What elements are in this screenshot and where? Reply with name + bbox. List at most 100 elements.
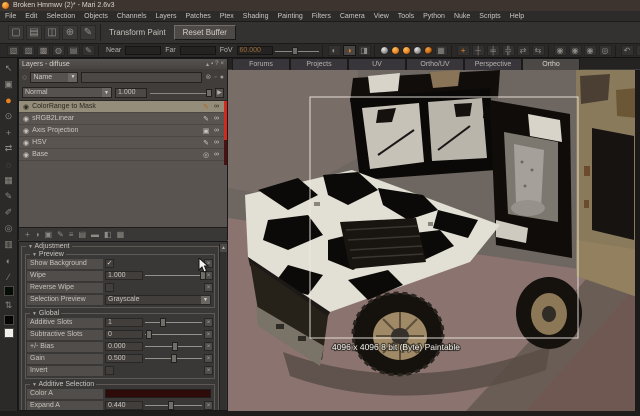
layer-visibility-icon[interactable]: ◉: [23, 103, 29, 111]
paint-full-sphere-icon[interactable]: [391, 46, 400, 55]
layer-row[interactable]: ◉ Axis Projection ▣ ∞: [19, 125, 227, 137]
mirror-paint-icon[interactable]: ⇄: [517, 45, 530, 56]
tab-projects[interactable]: Projects: [290, 58, 348, 70]
zoom-tool-icon[interactable]: ⊙: [2, 110, 16, 123]
symmetry-y-icon[interactable]: ╪: [487, 45, 500, 56]
show-whole-mesh-icon[interactable]: ◉: [554, 45, 567, 56]
reset-button[interactable]: ×: [204, 401, 213, 410]
folder-view-icon[interactable]: ▤: [67, 45, 80, 56]
layer-link-icon[interactable]: ∞: [214, 115, 219, 122]
layer-mask-icon[interactable]: ◧: [104, 230, 112, 239]
panel-close-icon[interactable]: ×: [220, 61, 224, 68]
menu-item[interactable]: Tools: [398, 13, 414, 20]
open-project-icon[interactable]: ▤: [26, 25, 42, 40]
move-object-tool-icon[interactable]: +: [2, 126, 16, 139]
bias-slider[interactable]: [145, 342, 202, 351]
checker-pattern-icon[interactable]: ▦: [435, 45, 448, 56]
show-background-checkbox[interactable]: ✓: [105, 259, 114, 268]
menu-item[interactable]: Help: [510, 13, 524, 20]
dodge-tool-icon[interactable]: ◐: [2, 254, 16, 267]
panel-shade-icon[interactable]: ▴: [206, 61, 209, 68]
paint-color-sphere-icon[interactable]: [380, 46, 389, 55]
patch-tool-icon[interactable]: ▦: [2, 174, 16, 187]
reset-button[interactable]: ×: [204, 330, 213, 339]
menu-item[interactable]: Shading: [243, 13, 269, 20]
blur-tool-icon[interactable]: ◌: [2, 158, 16, 171]
menu-item[interactable]: Patches: [185, 13, 210, 20]
menu-item[interactable]: File: [5, 13, 16, 20]
layer-visibility-icon[interactable]: ◉: [23, 127, 29, 135]
layer-link-icon[interactable]: ∞: [214, 151, 219, 158]
reset-colors-swatch[interactable]: [4, 328, 14, 338]
shading-full-icon[interactable]: [424, 46, 433, 55]
tab-uv[interactable]: UV: [348, 58, 406, 70]
foreground-color-swatch[interactable]: [4, 286, 14, 296]
add-adjustment-layer-icon[interactable]: ◑: [35, 230, 40, 239]
clone-stamp-tool-icon[interactable]: ◎: [2, 222, 16, 235]
filter-clear-icon[interactable]: ⊗: [205, 73, 211, 81]
undo-view-icon[interactable]: ↶: [621, 45, 634, 56]
project-uv-icon[interactable]: ◨: [358, 45, 371, 56]
show-selected-icon[interactable]: ◉: [569, 45, 582, 56]
reverse-wipe-checkbox[interactable]: [105, 283, 114, 292]
menu-item[interactable]: Edit: [25, 13, 37, 20]
reset-button[interactable]: ×: [204, 283, 213, 292]
paint-target-icon[interactable]: ✎: [82, 45, 95, 56]
transform-paint-label[interactable]: Transform Paint: [104, 28, 171, 37]
color-a-swatch[interactable]: [105, 389, 211, 398]
add-paint-layer-icon[interactable]: ✎: [57, 230, 64, 239]
add-group-icon[interactable]: ▣: [45, 230, 53, 239]
cube-view-icon[interactable]: ▧: [7, 45, 20, 56]
menu-item[interactable]: Python: [423, 13, 445, 20]
pan-view-icon[interactable]: +: [636, 45, 640, 56]
subtractive-slots-value[interactable]: 0: [105, 330, 143, 339]
menu-item[interactable]: View: [374, 13, 389, 20]
selection-preview-dropdown[interactable]: Grayscale ▼: [105, 295, 211, 305]
reset-button[interactable]: ×: [204, 318, 213, 327]
menu-item[interactable]: Objects: [84, 13, 108, 20]
filter-text-input[interactable]: [81, 72, 202, 83]
filter-toggle-small-icon[interactable]: ◦: [214, 74, 216, 81]
layer-row[interactable]: ◉ ColorRange to Mask ✎ ∞: [19, 101, 227, 113]
slice-tool-icon[interactable]: ∕: [2, 270, 16, 283]
merge-layers-icon[interactable]: ≡: [69, 230, 74, 239]
layer-link-icon[interactable]: ∞: [214, 139, 219, 146]
save-project-icon[interactable]: ◫: [44, 25, 60, 40]
scroll-up-icon[interactable]: ▲: [220, 244, 227, 252]
panel-pin-icon[interactable]: ▪: [211, 61, 213, 68]
paint-brush-tool-icon[interactable]: ✎: [2, 190, 16, 203]
layer-opacity-slider[interactable]: [150, 88, 212, 98]
wipe-value[interactable]: 1.000: [105, 271, 143, 280]
additive-slots-slider[interactable]: [145, 318, 202, 327]
adjustment-scrollbar[interactable]: ▲: [219, 244, 226, 410]
paint-transform-icon[interactable]: ✎: [80, 25, 96, 40]
channel-grid-icon[interactable]: ▦: [117, 230, 125, 239]
fov-field[interactable]: 60.000: [237, 46, 273, 55]
subtractive-slots-slider[interactable]: [145, 330, 202, 339]
menu-item[interactable]: Camera: [340, 13, 365, 20]
symmetry-off-icon[interactable]: +: [457, 45, 470, 56]
filter-field-dropdown[interactable]: Name ▼: [30, 72, 78, 83]
tab-forums[interactable]: Forums: [232, 58, 290, 70]
blend-mode-dropdown[interactable]: Normal ▼: [22, 87, 112, 98]
tab-perspective[interactable]: Perspective: [464, 58, 522, 70]
swap-colors-icon[interactable]: ⇅: [2, 299, 16, 312]
project-front-icon[interactable]: ◐: [328, 45, 341, 56]
symmetry-xyz-icon[interactable]: ╬: [502, 45, 515, 56]
gradient-tool-icon[interactable]: ▥: [2, 238, 16, 251]
menu-item[interactable]: Painting: [277, 13, 302, 20]
symmetry-x-icon[interactable]: ┼: [472, 45, 485, 56]
project-active-icon[interactable]: ◑: [343, 45, 356, 56]
layer-opacity-field[interactable]: 1.000: [115, 88, 147, 98]
warp-tool-icon[interactable]: ⇄: [2, 142, 16, 155]
layer-visibility-icon[interactable]: ◉: [23, 151, 29, 159]
reset-button[interactable]: ×: [204, 354, 213, 363]
panel-help-icon[interactable]: ?: [215, 61, 218, 68]
near-field[interactable]: [125, 46, 161, 55]
sphere-view-icon[interactable]: ◍: [52, 45, 65, 56]
menu-item[interactable]: Ptex: [220, 13, 234, 20]
layer-visibility-icon[interactable]: ◉: [23, 115, 29, 123]
marquee-select-tool-icon[interactable]: ▣: [2, 78, 16, 91]
transform-pin-icon[interactable]: ⊕: [62, 25, 78, 40]
menu-item[interactable]: Selection: [46, 13, 75, 20]
